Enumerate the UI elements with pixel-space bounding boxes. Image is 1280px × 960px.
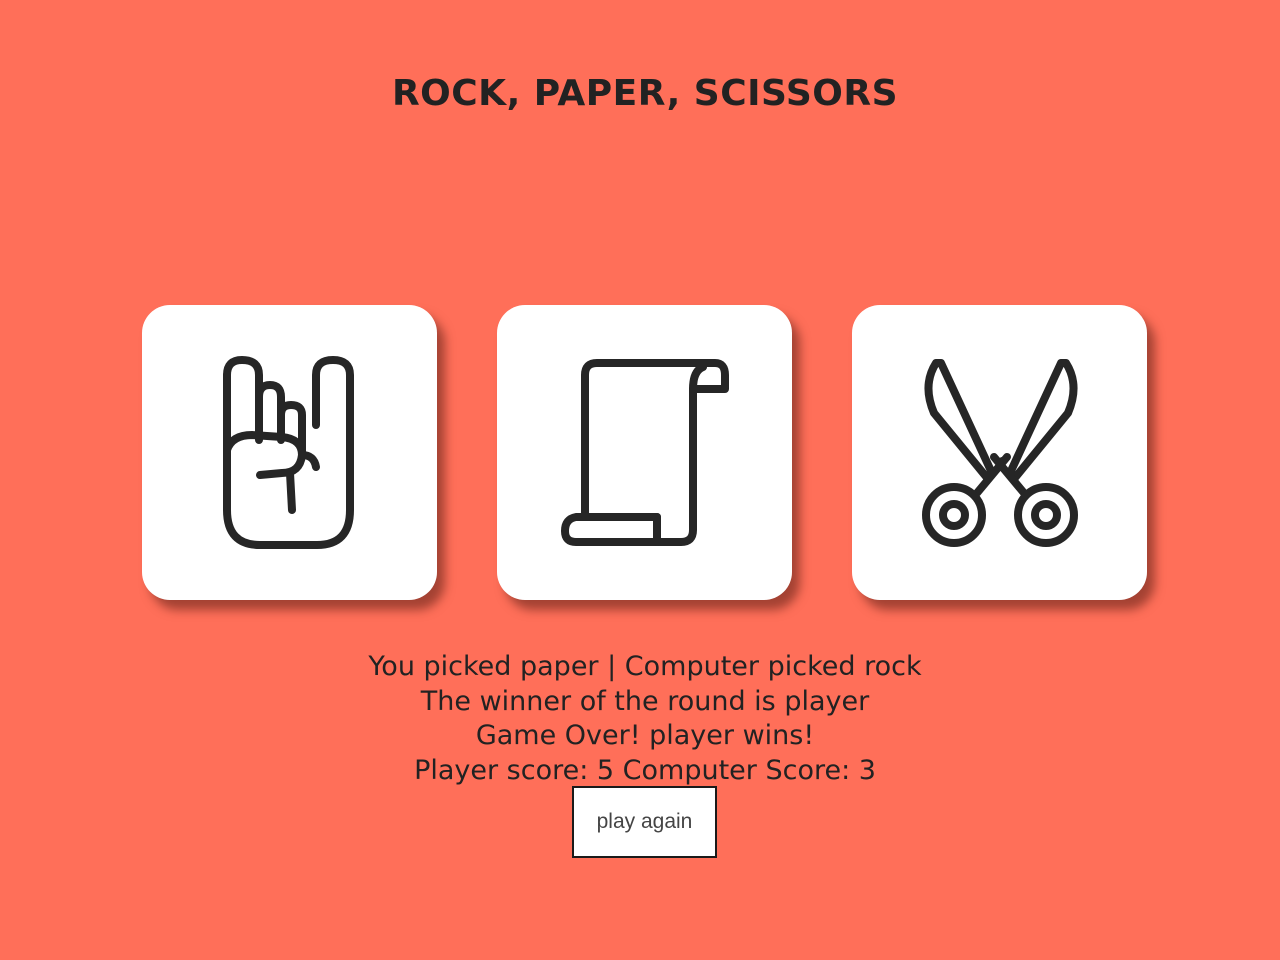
scissors-icon (922, 359, 1078, 547)
paper-scroll-icon (561, 359, 729, 546)
score-text: Player score: 5 Computer Score: 3 (414, 754, 876, 786)
page-title: ROCK, PAPER, SCISSORS (391, 73, 899, 114)
picks-text: You picked paper | Computer picked rock (368, 651, 922, 682)
choice-cards (142, 305, 1152, 605)
play-again-button[interactable]: play again (572, 786, 717, 858)
game-over-text: Game Over! player wins! (475, 720, 815, 751)
rock-button[interactable] (142, 305, 437, 600)
results-panel: You picked paper | Computer picked rock … (0, 650, 1280, 788)
rock-hand-icon (223, 356, 354, 549)
paper-button[interactable] (497, 305, 792, 600)
round-winner-text: The winner of the round is player (420, 685, 870, 717)
scissors-button[interactable] (852, 305, 1147, 600)
